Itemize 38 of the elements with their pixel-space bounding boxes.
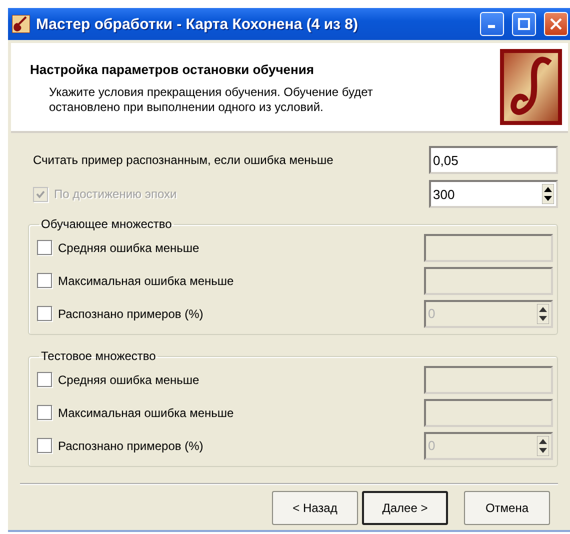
checkmark-icon xyxy=(36,190,45,198)
condition-label: Средняя ошибка меньше xyxy=(58,372,200,386)
checkbox[interactable] xyxy=(37,372,52,387)
condition-label: Максимальная ошибка меньше xyxy=(58,406,234,420)
condition-label: Максимальная ошибка меньше xyxy=(58,274,234,288)
step-title: Настройка параметров остановки обучения xyxy=(30,62,315,77)
condition-input[interactable] xyxy=(424,266,553,294)
condition-input[interactable] xyxy=(424,366,553,394)
spinner-icon[interactable] xyxy=(537,436,549,456)
logo-icon xyxy=(500,49,562,125)
condition-input[interactable] xyxy=(424,398,553,426)
threshold-label: Считать пример распознанным, если ошибка меньше xyxy=(33,153,334,167)
close-icon xyxy=(550,18,562,30)
epoch-label: По достижению эпохи xyxy=(54,187,177,201)
wizard-button[interactable]: Отмена xyxy=(464,490,550,524)
checkbox[interactable] xyxy=(37,405,52,420)
wizard-button[interactable]: Далее > xyxy=(362,490,448,524)
condition-label: Средняя ошибка меньше xyxy=(58,240,200,254)
condition-label: Распознано примеров (%) xyxy=(58,306,204,320)
condition-input[interactable] xyxy=(424,234,553,262)
condition-label: Распознано примеров (%) xyxy=(58,438,204,452)
spinner-icon[interactable] xyxy=(537,304,549,324)
group-title: Тестовое множество xyxy=(40,349,157,363)
wizard-button[interactable]: < Назад xyxy=(272,490,358,524)
maximize-button[interactable] xyxy=(512,12,536,36)
violin-icon xyxy=(12,15,30,33)
minimize-button[interactable] xyxy=(480,12,504,36)
close-button[interactable] xyxy=(544,12,568,36)
window-title: Мастер обработки - Карта Кохонена (4 из 8) xyxy=(36,16,360,32)
spinner-icon[interactable] xyxy=(542,184,554,204)
group-title: Обучающее множество xyxy=(40,217,173,231)
checkbox[interactable] xyxy=(37,240,52,255)
checkbox[interactable] xyxy=(37,273,52,288)
checkbox[interactable] xyxy=(37,306,52,321)
maximize-icon xyxy=(518,18,530,30)
threshold-input[interactable]: 0,05 xyxy=(429,146,558,174)
checkbox[interactable] xyxy=(37,438,52,453)
step-description: Укажите условия прекращения обучения. Обучение будет остановлено при выполнении одного из условий. xyxy=(49,85,373,115)
